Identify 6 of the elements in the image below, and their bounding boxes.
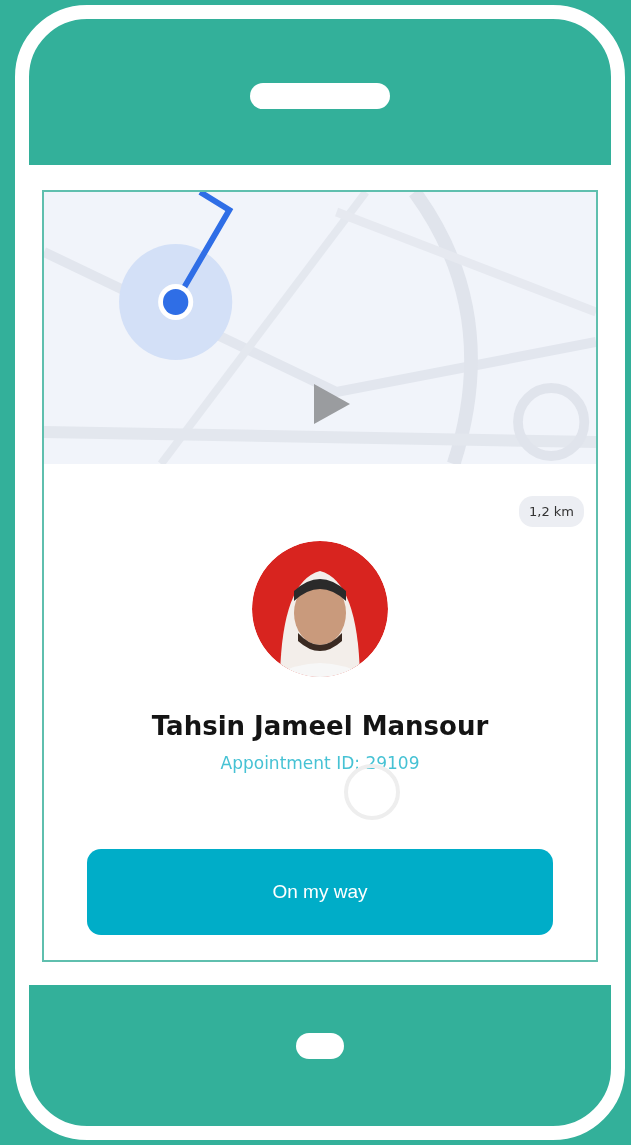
home-button[interactable]: [296, 1032, 344, 1059]
client-name: Tahsin Jameel Mansour: [151, 711, 489, 741]
speaker-icon: [250, 83, 390, 109]
on-my-way-button[interactable]: On my way: [87, 849, 553, 935]
distance-badge: 1,2 km: [519, 496, 584, 527]
play-icon[interactable]: [314, 384, 350, 424]
